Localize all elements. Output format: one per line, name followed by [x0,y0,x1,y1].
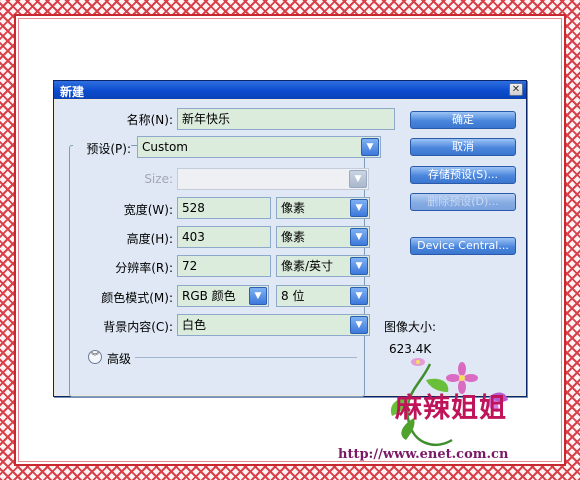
size-select: ▼ [177,168,369,190]
background-select[interactable]: 白色 ▼ [177,314,370,336]
color-mode-select[interactable]: RGB 颜色 ▼ [177,285,269,307]
chevron-down-icon[interactable]: ▼ [350,257,368,275]
size-label: Size: [144,172,173,186]
divider [135,357,357,358]
bit-depth-value: 8 位 [281,289,305,303]
cancel-button[interactable]: 取消 [410,138,516,156]
chevron-down-icon: ▼ [349,170,367,188]
dialog-body: 名称(N): 新年快乐 预设(P): Custom ▼ Size: ▼ 宽度(W… [55,100,525,397]
name-label: 名称(N): [126,113,173,127]
preset-value: Custom [142,140,188,154]
resolution-unit-select[interactable]: 像素/英寸 ▼ [276,255,370,277]
width-unit-select[interactable]: 像素 ▼ [276,197,370,219]
save-preset-button[interactable]: 存储预设(S)... [410,166,516,184]
background-value: 白色 [182,318,207,332]
advanced-label[interactable]: 高级 [107,350,131,367]
brand-watermark-text: 麻辣姐姐 [395,393,507,424]
width-unit-value: 像素 [281,201,306,215]
chevron-down-icon[interactable]: ▼ [361,138,379,156]
resolution-input[interactable]: 72 [177,255,271,277]
url-watermark-text: http://www.enet.com.cn [338,447,509,462]
height-label: 高度(H): [126,232,173,246]
color-mode-value: RGB 颜色 [182,289,236,303]
height-unit-select[interactable]: 像素 ▼ [276,226,370,248]
delete-preset-button: 删除预设(D)... [410,193,516,211]
width-input[interactable]: 528 [177,197,271,219]
image-size-value: 623.4K [389,342,432,356]
chevron-down-icon[interactable]: ▼ [249,287,267,305]
background-label: 背景内容(C): [103,320,173,334]
ok-button[interactable]: 确定 [410,111,516,129]
chevron-down-icon[interactable]: ▼ [350,199,368,217]
chevron-down-icon[interactable]: ▼ [350,228,368,246]
double-chevron-down-icon[interactable]: ︾ [88,350,102,364]
resolution-label: 分辨率(R): [115,261,173,275]
preset-select[interactable]: Custom ▼ [137,136,381,158]
device-central-button[interactable]: Device Central... [410,237,516,255]
resolution-unit-value: 像素/英寸 [281,259,334,273]
width-label: 宽度(W): [123,203,173,217]
dialog-title: 新建 [60,85,85,99]
image-size-title: 图像大小: [384,320,437,334]
chevron-down-icon[interactable]: ▼ [350,287,368,305]
dialog-titlebar: 新建 ✕ [54,81,526,99]
new-document-dialog: 新建 ✕ 名称(N): 新年快乐 预设(P): Custom ▼ Size: ▼… [53,80,527,397]
close-icon[interactable]: ✕ [509,83,523,96]
preset-label: 预设(P): [73,140,131,157]
height-input[interactable]: 403 [177,226,271,248]
color-mode-label: 颜色模式(M): [101,291,173,305]
name-input[interactable]: 新年快乐 [177,108,395,130]
chevron-down-icon[interactable]: ▼ [350,316,368,334]
height-unit-value: 像素 [281,230,306,244]
bit-depth-select[interactable]: 8 位 ▼ [276,285,370,307]
